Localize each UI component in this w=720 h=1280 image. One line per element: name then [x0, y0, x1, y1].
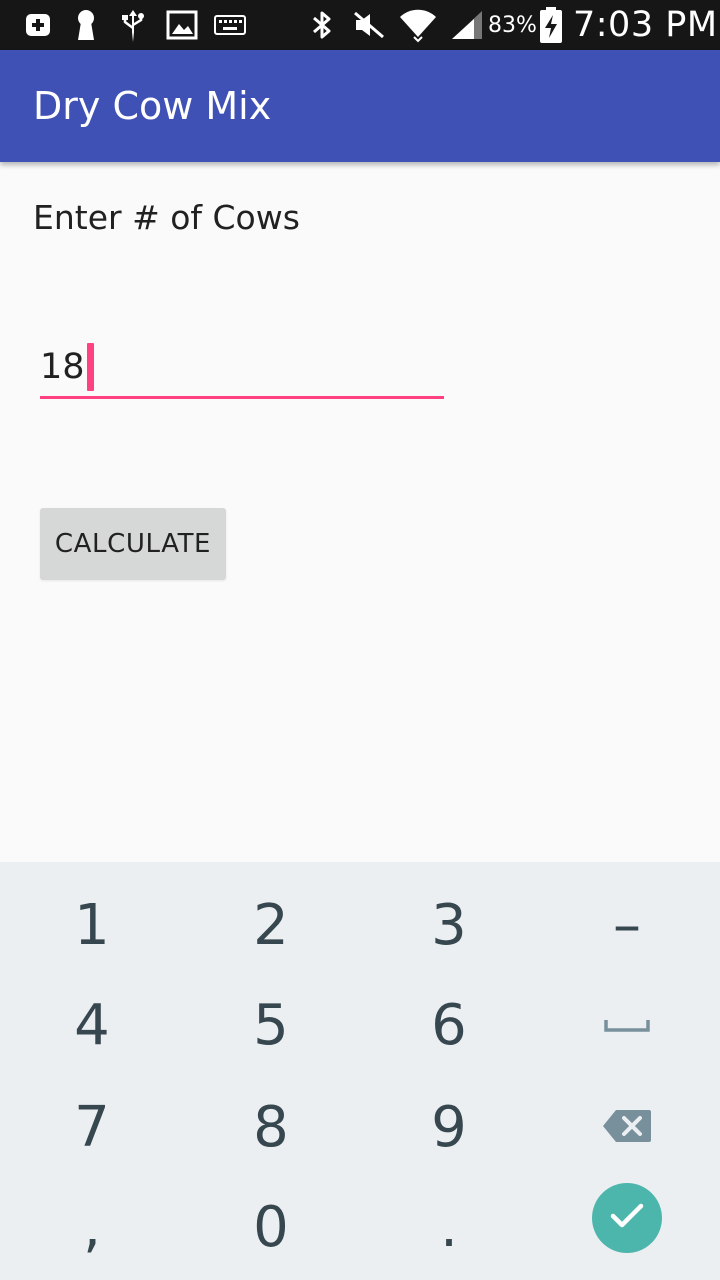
- key-7[interactable]: 7: [2, 1078, 182, 1178]
- key-minus[interactable]: –: [537, 876, 717, 976]
- key-minus-label: –: [613, 893, 641, 958]
- key-period[interactable]: .: [359, 1178, 539, 1278]
- cows-count-input[interactable]: 18: [40, 338, 444, 400]
- key-5-label: 5: [253, 993, 289, 1058]
- calculate-button[interactable]: CALCULATE: [40, 508, 226, 580]
- status-bar: 83% 7:03 PM: [0, 0, 720, 50]
- add-box-icon: [24, 0, 52, 50]
- cows-count-value: 18: [40, 347, 85, 387]
- key-9[interactable]: 9: [359, 1078, 539, 1178]
- key-6-label: 6: [431, 993, 467, 1058]
- app-title: Dry Cow Mix: [33, 84, 272, 128]
- bluetooth-icon: [310, 0, 334, 50]
- keyboard-icon: [214, 0, 246, 50]
- key-comma[interactable]: ,: [2, 1178, 182, 1278]
- image-icon: [166, 0, 198, 50]
- mute-icon: [352, 0, 386, 50]
- key-3[interactable]: 3: [359, 876, 539, 976]
- key-2-label: 2: [253, 893, 289, 958]
- keyhole-icon: [74, 0, 98, 50]
- key-9-label: 9: [431, 1095, 467, 1160]
- battery-percent: 83%: [488, 12, 537, 38]
- key-done[interactable]: [537, 1168, 717, 1268]
- key-3-label: 3: [431, 893, 467, 958]
- key-0-label: 0: [253, 1195, 289, 1260]
- key-period-label: .: [440, 1195, 458, 1260]
- key-0[interactable]: 0: [181, 1178, 361, 1278]
- clock-time: 7:03 PM: [573, 5, 718, 45]
- key-space[interactable]: [537, 976, 717, 1076]
- key-5[interactable]: 5: [181, 976, 361, 1076]
- key-7-label: 7: [74, 1095, 110, 1160]
- signal-icon: [450, 0, 484, 50]
- input-underline: [40, 396, 444, 399]
- usb-icon: [120, 0, 146, 50]
- done-button-circle: [592, 1183, 662, 1253]
- key-6[interactable]: 6: [359, 976, 539, 1076]
- space-icon: [604, 1017, 650, 1036]
- wifi-icon: [398, 0, 438, 50]
- backspace-icon: [602, 1108, 652, 1148]
- key-8-label: 8: [253, 1095, 289, 1160]
- key-4-label: 4: [74, 993, 110, 1058]
- check-icon: [609, 1202, 645, 1234]
- numeric-keyboard: 1 2 3 – 4 5 6 7 8 9 , 0 .: [0, 862, 720, 1280]
- key-8[interactable]: 8: [181, 1078, 361, 1178]
- key-4[interactable]: 4: [2, 976, 182, 1076]
- key-2[interactable]: 2: [181, 876, 361, 976]
- battery-charging-icon: [538, 0, 564, 50]
- text-caret: [86, 343, 94, 391]
- key-1-label: 1: [74, 893, 110, 958]
- key-1[interactable]: 1: [2, 876, 182, 976]
- key-comma-label: ,: [83, 1195, 101, 1260]
- app-bar: Dry Cow Mix: [0, 50, 720, 162]
- key-backspace[interactable]: [537, 1078, 717, 1178]
- cows-prompt-label: Enter # of Cows: [33, 198, 300, 237]
